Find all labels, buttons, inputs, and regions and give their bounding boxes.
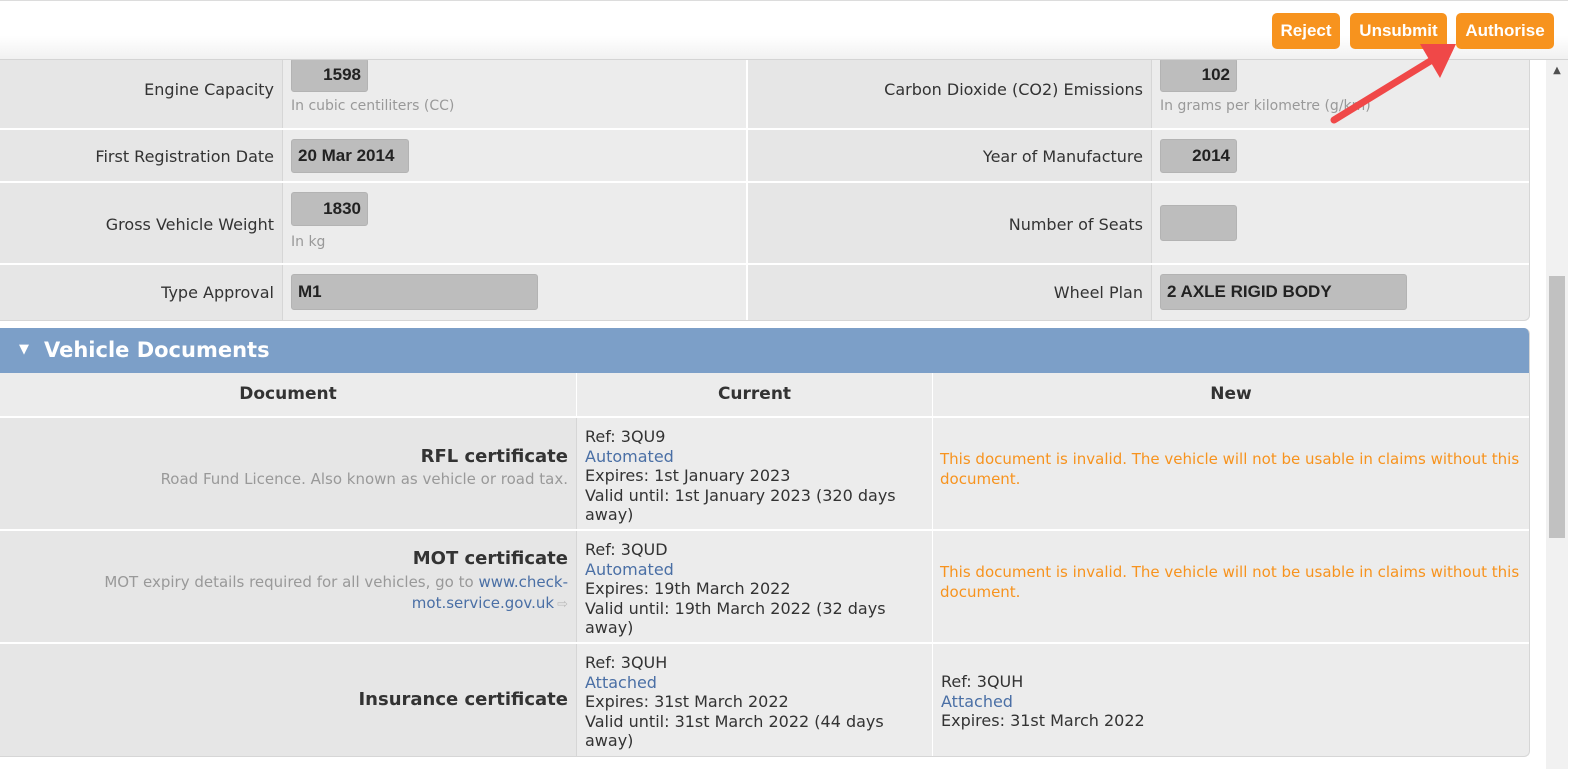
spec-row: First Registration Date 20 Mar 2014 Year… (0, 130, 1529, 183)
table-row: MOT certificate MOT expiry details requi… (0, 531, 1529, 644)
first-registration-date-label: First Registration Date (95, 147, 274, 166)
authorise-button[interactable]: Authorise (1456, 13, 1554, 49)
wheel-plan-field[interactable]: 2 AXLE RIGID BODY (1160, 274, 1407, 310)
mot-certificate-name: MOT certificate (412, 548, 568, 569)
expires-text: Expires: 19th March 2022 (585, 579, 791, 598)
number-of-seats-label: Number of Seats (1008, 215, 1143, 234)
status-text: Automated (585, 559, 674, 579)
valid-until-text: Valid until: 31st March 2022 (44 days (585, 711, 884, 731)
valid-until-text-cont: away) (585, 731, 634, 750)
status-text: Automated (585, 446, 674, 466)
spec-row: Type Approval M1 Wheel Plan 2 AXLE RIGID… (0, 265, 1529, 320)
insurance-new-info: Ref: 3QUH Attached Expires: 31st March 2… (941, 672, 1145, 731)
wheel-plan-label: Wheel Plan (1053, 283, 1143, 302)
status-text: Attached (585, 672, 657, 692)
ref-text: Ref: 3QUH (585, 653, 668, 672)
valid-until-text: Valid until: 19th March 2022 (32 days (585, 598, 886, 618)
column-header-document: Document (0, 373, 577, 416)
ref-text: Ref: 3QUH (941, 672, 1024, 691)
spec-row: Gross Vehicle Weight 1830 In kg Number o… (0, 183, 1529, 265)
vehicle-documents-panel: ▼ Vehicle Documents Document Current New… (0, 328, 1530, 757)
rfl-current-info: Ref: 3QU9 Automated Expires: 1st January… (585, 427, 896, 525)
gross-vehicle-weight-label: Gross Vehicle Weight (105, 215, 274, 234)
valid-until-text: Valid until: 1st January 2023 (320 days (585, 485, 896, 505)
column-header-new: New (1210, 384, 1252, 404)
type-approval-label: Type Approval (161, 283, 274, 302)
engine-capacity-hint: In cubic centiliters (CC) (291, 98, 455, 114)
year-of-manufacture-field[interactable]: 2014 (1160, 139, 1237, 173)
status-text: Attached (941, 691, 1013, 711)
number-of-seats-field[interactable] (1160, 205, 1237, 241)
co2-emissions-label: Carbon Dioxide (CO2) Emissions (884, 80, 1143, 99)
collapse-caret-icon[interactable]: ▼ (19, 342, 29, 357)
mot-certificate-description: MOT expiry details required for all vehi… (98, 572, 568, 615)
valid-until-text-cont: away) (585, 618, 634, 637)
vehicle-documents-header[interactable]: ▼ Vehicle Documents (0, 328, 1529, 373)
table-row: Insurance certificate Ref: 3QUH Attached… (0, 644, 1529, 756)
insurance-current-info: Ref: 3QUH Attached Expires: 31st March 2… (585, 653, 884, 751)
annotation-arrow-icon (1330, 44, 1456, 124)
ref-text: Ref: 3QUD (585, 540, 668, 559)
ref-text: Ref: 3QU9 (585, 427, 666, 446)
mot-description-text: MOT expiry details required for all vehi… (104, 573, 474, 591)
insurance-certificate-name: Insurance certificate (358, 689, 568, 710)
mot-current-info: Ref: 3QUD Automated Expires: 19th March … (585, 540, 886, 638)
expires-text: Expires: 31st March 2022 (585, 692, 789, 711)
page-scrollbar[interactable]: ▲ (1546, 58, 1568, 769)
engine-capacity-label: Engine Capacity (144, 80, 274, 99)
scroll-thumb[interactable] (1549, 276, 1565, 538)
expires-text: Expires: 1st January 2023 (585, 466, 791, 485)
external-link-icon: ⇨ (557, 597, 568, 612)
column-header-current: Current (577, 373, 933, 416)
valid-until-text-cont: away) (585, 505, 634, 524)
expires-text: Expires: 31st March 2022 (941, 711, 1145, 730)
spec-row: Engine Capacity 1598 In cubic centiliter… (0, 58, 1529, 130)
engine-capacity-field[interactable]: 1598 (291, 58, 368, 92)
table-row: RFL certificate Road Fund Licence. Also … (0, 418, 1529, 531)
rfl-certificate-name: RFL certificate (420, 446, 568, 467)
mot-invalid-warning: This document is invalid. The vehicle wi… (940, 563, 1520, 601)
first-registration-date-field[interactable]: 20 Mar 2014 (291, 139, 409, 173)
rfl-certificate-description: Road Fund Licence. Also known as vehicle… (160, 470, 568, 488)
co2-emissions-field[interactable]: 102 (1160, 58, 1237, 92)
section-title: Vehicle Documents (44, 338, 270, 362)
scroll-up-arrow-icon[interactable]: ▲ (1546, 64, 1568, 78)
type-approval-field[interactable]: M1 (291, 274, 538, 310)
vehicle-specs-panel: Engine Capacity 1598 In cubic centiliter… (0, 58, 1530, 321)
year-of-manufacture-label: Year of Manufacture (982, 147, 1143, 166)
rfl-invalid-warning: This document is invalid. The vehicle wi… (940, 450, 1520, 488)
gross-vehicle-weight-hint: In kg (291, 234, 326, 250)
gross-vehicle-weight-field[interactable]: 1830 (291, 192, 368, 226)
documents-table-header: Document Current New (0, 373, 1529, 418)
